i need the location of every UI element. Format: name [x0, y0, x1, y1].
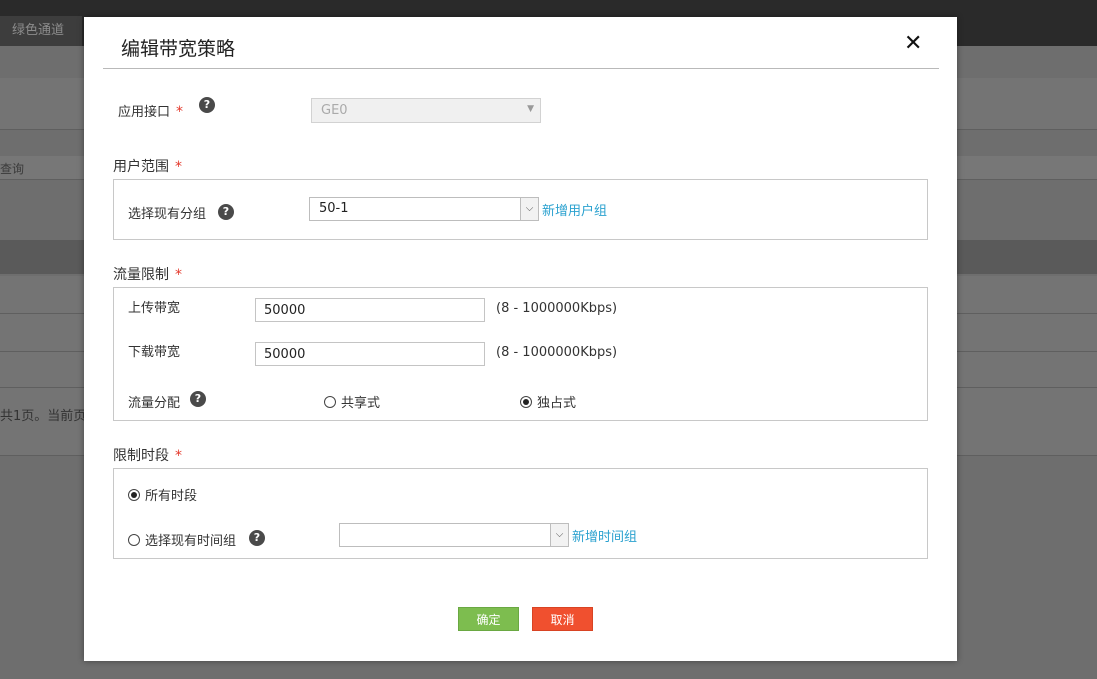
distribution-help-icon[interactable]: ? — [190, 391, 206, 407]
background-pager-text: 共1页。当前页 — [0, 409, 87, 424]
traffic-distribution-label: 流量分配 — [128, 396, 181, 411]
required-mark: * — [175, 448, 182, 464]
upload-range-hint: (8 - 1000000Kbps) — [496, 301, 618, 316]
confirm-button[interactable]: 确定 — [458, 607, 519, 631]
radio-select-time-group[interactable]: 选择现有时间组 — [128, 530, 236, 549]
download-range-hint: (8 - 1000000Kbps) — [496, 345, 618, 360]
close-icon[interactable]: ✕ — [904, 33, 922, 55]
traffic-limit-label: 流量限制 * — [113, 267, 182, 283]
user-group-help-icon[interactable]: ? — [218, 204, 234, 220]
radio-unchecked-icon — [128, 533, 140, 546]
interface-select-value: GE0 — [321, 103, 348, 118]
background-tab-green-channel: 绿色通道 — [0, 16, 82, 46]
download-bandwidth-input[interactable] — [255, 342, 485, 366]
required-mark: * — [176, 104, 184, 120]
radio-all-periods[interactable]: 所有时段 — [128, 485, 197, 504]
chevron-down-icon[interactable]: ⌵ — [520, 198, 538, 220]
radio-exclusive[interactable]: 独占式 — [520, 392, 576, 411]
time-group-select[interactable]: ⌵ — [339, 523, 569, 547]
add-time-group-link[interactable]: 新增时间组 — [572, 526, 637, 545]
edit-bandwidth-policy-dialog: 编辑带宽策略 ✕ 应用接口 * ? GE0 ▼ 用户范围 * 选择现有分组 ? 50… — [84, 17, 957, 661]
background-search-text: 查询 — [0, 162, 25, 176]
radio-shared[interactable]: 共享式 — [324, 392, 380, 411]
select-group-label: 选择现有分组 — [128, 207, 207, 222]
title-divider — [103, 68, 939, 69]
time-group-help-icon[interactable]: ? — [249, 530, 265, 546]
required-mark: * — [175, 267, 182, 283]
radio-checked-icon — [520, 395, 532, 408]
interface-select: GE0 ▼ — [311, 98, 541, 123]
chevron-down-icon[interactable]: ⌵ — [550, 524, 568, 546]
add-user-group-link[interactable]: 新增用户组 — [542, 200, 607, 219]
radio-unchecked-icon — [324, 395, 336, 408]
user-group-select-value: 50-1 — [319, 201, 349, 216]
cancel-button[interactable]: 取消 — [532, 607, 593, 631]
interface-label: 应用接口 * — [118, 104, 184, 120]
required-mark: * — [175, 159, 182, 175]
interface-help-icon[interactable]: ? — [199, 97, 215, 113]
download-bandwidth-label: 下载带宽 — [128, 345, 181, 360]
time-limit-label: 限制时段 * — [113, 448, 182, 464]
upload-bandwidth-input[interactable] — [255, 298, 485, 322]
dialog-title: 编辑带宽策略 — [121, 38, 236, 60]
upload-bandwidth-label: 上传带宽 — [128, 301, 181, 316]
dropdown-arrow-icon: ▼ — [527, 104, 534, 114]
radio-checked-icon — [128, 488, 140, 501]
user-group-select[interactable]: 50-1 ⌵ — [309, 197, 539, 221]
user-scope-label: 用户范围 * — [113, 159, 182, 175]
